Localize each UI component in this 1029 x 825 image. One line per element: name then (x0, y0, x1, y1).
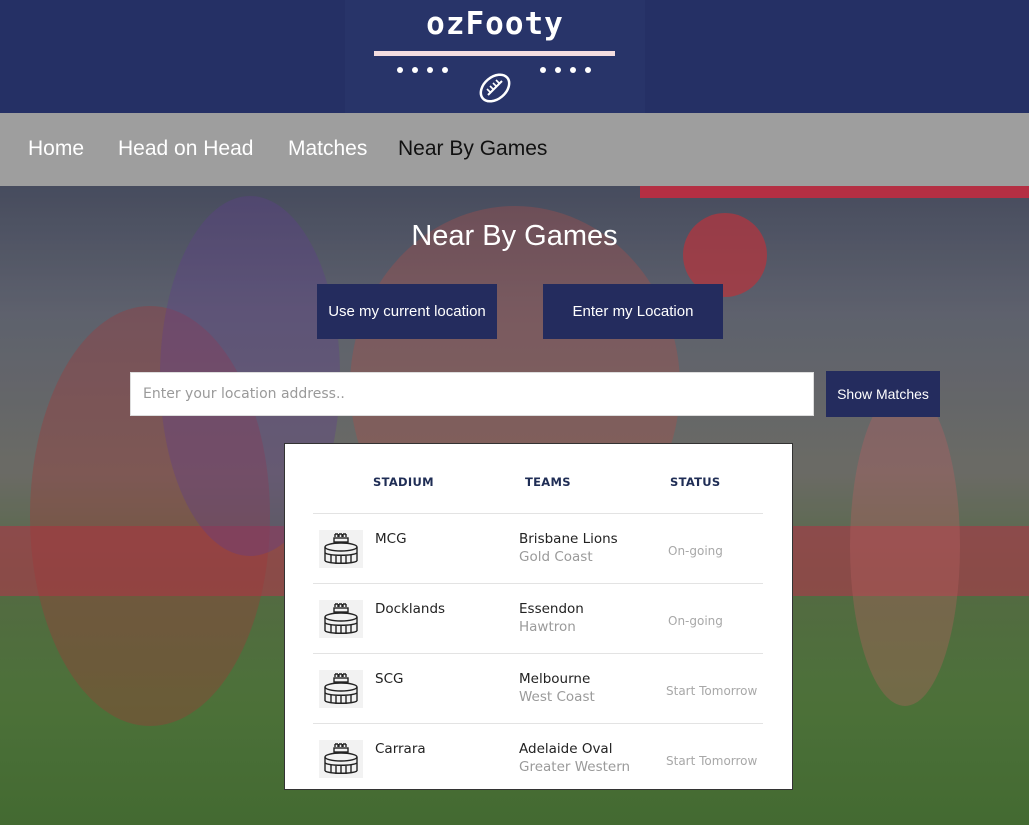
nav-item-home[interactable]: Home (28, 137, 84, 161)
home-team: Brisbane Lions (519, 531, 618, 547)
table-row[interactable]: SCG Melbourne West Coast Start Tomorrow (313, 653, 763, 723)
away-team: Gold Coast (519, 549, 593, 565)
stadium-name: Docklands (375, 601, 446, 617)
stadium-icon (319, 600, 363, 638)
status-text: Start Tomorrow (666, 754, 758, 768)
nav-item-near-by-games[interactable]: Near By Games (398, 137, 547, 161)
page-title: Near By Games (411, 220, 618, 252)
logo-dots-right (540, 67, 591, 73)
stadium-icon (319, 670, 363, 708)
stadium-icon (319, 740, 363, 778)
location-address-input[interactable] (130, 372, 814, 416)
enter-location-button[interactable]: Enter my Location (543, 284, 723, 339)
status-text: Start Tomorrow (666, 684, 758, 698)
column-header-teams: TEAMS (525, 475, 571, 489)
column-header-status: STATUS (670, 475, 721, 489)
away-team: Greater Western (519, 759, 631, 775)
stadium-icon (319, 530, 363, 568)
logo[interactable]: ozFooty (345, 0, 645, 113)
nav-item-matches[interactable]: Matches (288, 137, 367, 161)
status-text: On-going (668, 614, 723, 628)
football-icon (479, 73, 511, 103)
table-row[interactable]: Carrara Adelaide Oval Greater Western St… (313, 723, 763, 793)
stadium-name: MCG (375, 531, 407, 547)
logo-divider (374, 51, 615, 56)
use-current-location-button[interactable]: Use my current location (317, 284, 497, 339)
home-team: Melbourne (519, 671, 591, 687)
table-row[interactable]: Docklands Essendon Hawtron On-going (313, 583, 763, 653)
home-team: Adelaide Oval (519, 741, 613, 757)
home-team: Essendon (519, 601, 584, 617)
nav-item-head-on-head[interactable]: Head on Head (118, 137, 253, 161)
away-team: Hawtron (519, 619, 576, 635)
status-text: On-going (668, 544, 723, 558)
column-header-stadium: STADIUM (373, 475, 434, 489)
stadium-name: SCG (375, 671, 404, 687)
logo-dots-left (397, 67, 448, 73)
stadium-name: Carrara (375, 741, 426, 757)
games-table: STADIUM TEAMS STATUS MCG Brisbane Lions … (284, 443, 793, 790)
away-team: West Coast (519, 689, 595, 705)
show-matches-button[interactable]: Show Matches (826, 371, 940, 417)
site-header: ozFooty (0, 0, 1029, 113)
logo-text: ozFooty (426, 6, 564, 42)
main-nav: Home Head on Head Matches Near By Games (0, 113, 1029, 186)
table-row[interactable]: MCG Brisbane Lions Gold Coast On-going (313, 513, 763, 583)
